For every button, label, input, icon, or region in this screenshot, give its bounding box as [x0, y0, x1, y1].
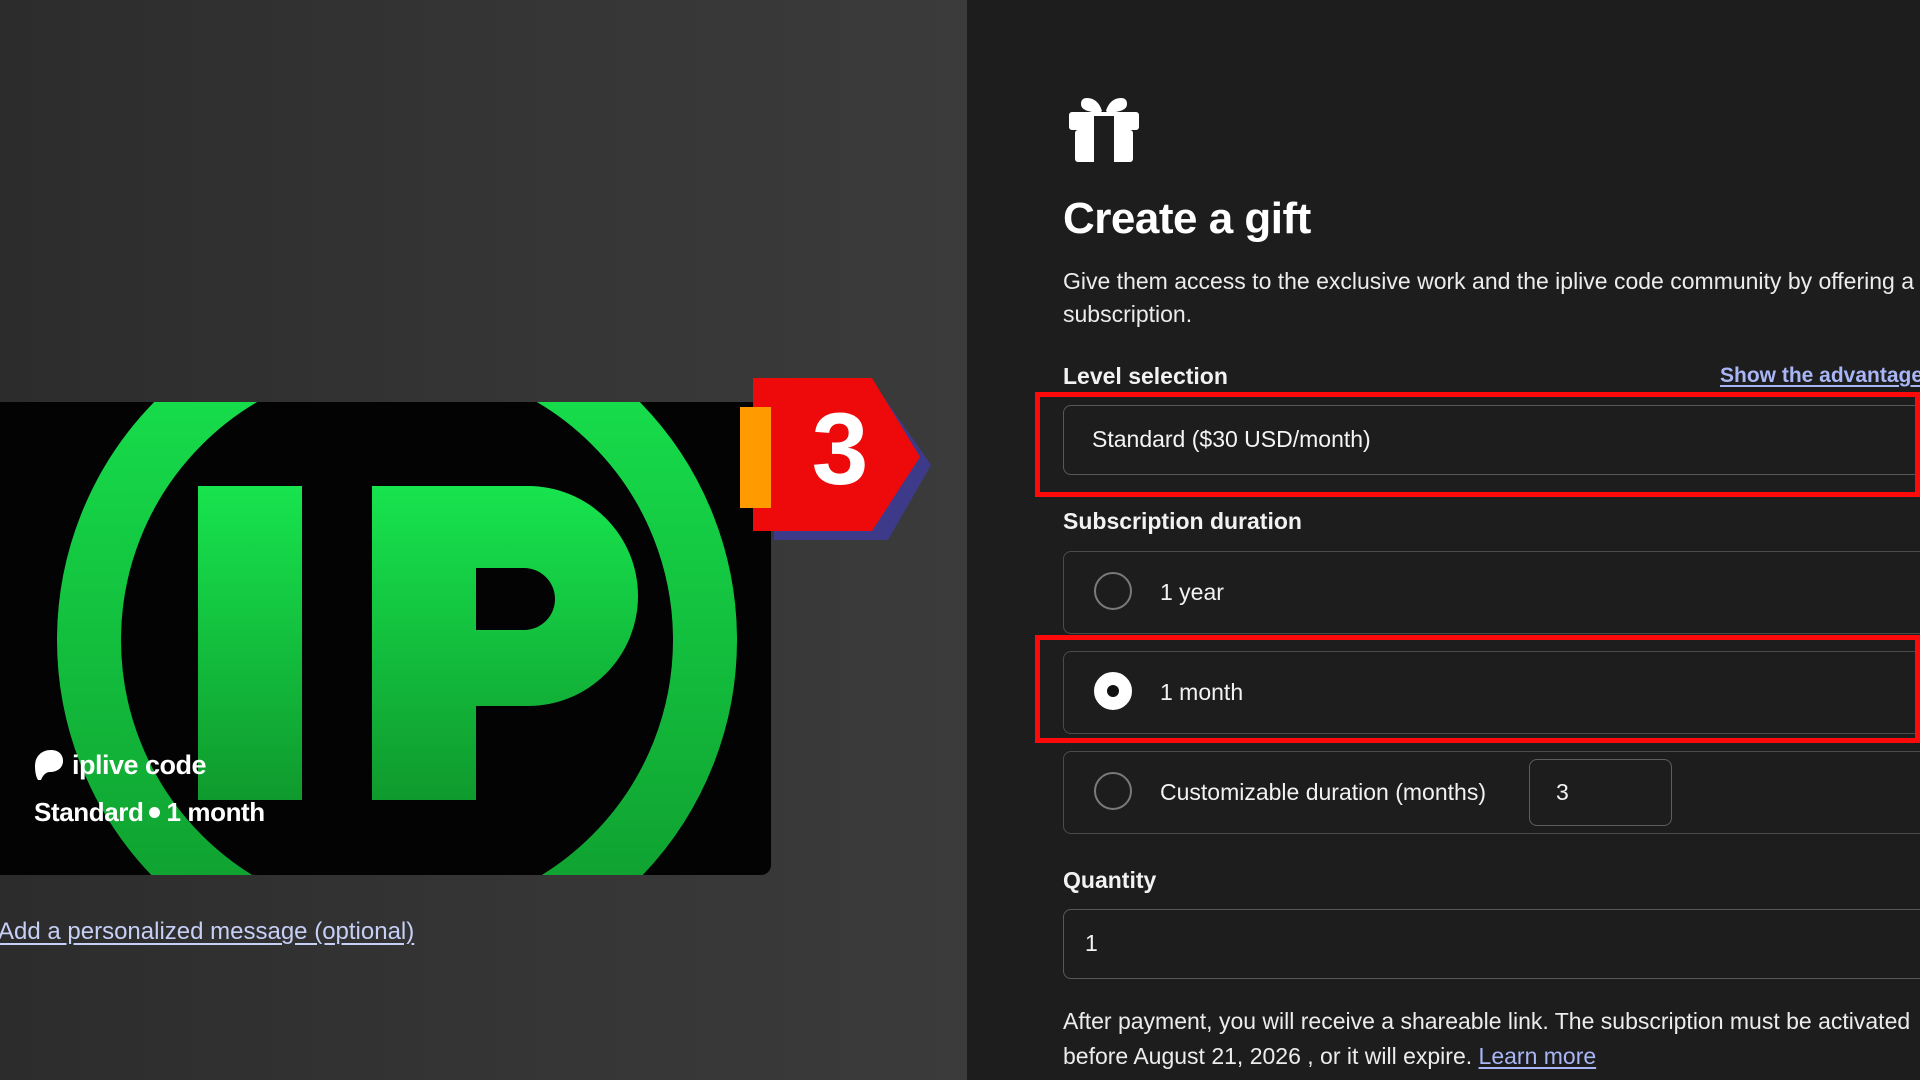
learn-more-link[interactable]: Learn more [1479, 1043, 1597, 1069]
quantity-input[interactable]: 1 [1063, 909, 1920, 979]
page-description: Give them access to the exclusive work a… [1063, 268, 1914, 327]
card-brand-name: iplive code [72, 749, 207, 780]
show-advantages-link[interactable]: Show the advantages [1720, 364, 1920, 388]
note-line-2-text: before August 21, 2026 , or it will expi… [1063, 1043, 1473, 1069]
card-brand: iplive code [34, 748, 207, 782]
radio-custom[interactable] [1094, 772, 1132, 810]
highlight-level-select [1035, 392, 1920, 497]
level-selection-label: Level selection [1063, 363, 1228, 389]
duration-option-custom[interactable]: Customizable duration (months) 3 [1063, 751, 1920, 834]
subscription-duration-label: Subscription duration [1063, 508, 1302, 534]
gift-icon [1069, 98, 1139, 162]
note-line-2: before August 21, 2026 , or it will expi… [1063, 1039, 1920, 1074]
patreon-logo-icon [35, 750, 63, 780]
step-number: 3 [811, 392, 869, 506]
radio-1-year[interactable] [1094, 572, 1132, 610]
activation-note: After payment, you will receive a sharea… [1063, 1004, 1920, 1074]
quantity-label: Quantity [1063, 867, 1157, 893]
card-duration: 1 month [166, 797, 265, 827]
option-label: 1 year [1160, 579, 1224, 605]
option-label: Customizable duration (months) [1160, 779, 1486, 805]
duration-option-1-year[interactable]: 1 year [1063, 551, 1920, 634]
card-subtitle: Standard 1 month [34, 797, 265, 828]
add-personal-message-link[interactable]: Add a personalized message (optional) [0, 918, 414, 946]
separator-dot [149, 806, 161, 818]
page-title: Create a gift [1063, 194, 1311, 243]
card-tier: Standard [34, 797, 144, 827]
custom-months-input[interactable]: 3 [1529, 759, 1672, 826]
highlight-1-month-option [1035, 635, 1920, 743]
note-line-1: After payment, you will receive a sharea… [1063, 1008, 1911, 1034]
